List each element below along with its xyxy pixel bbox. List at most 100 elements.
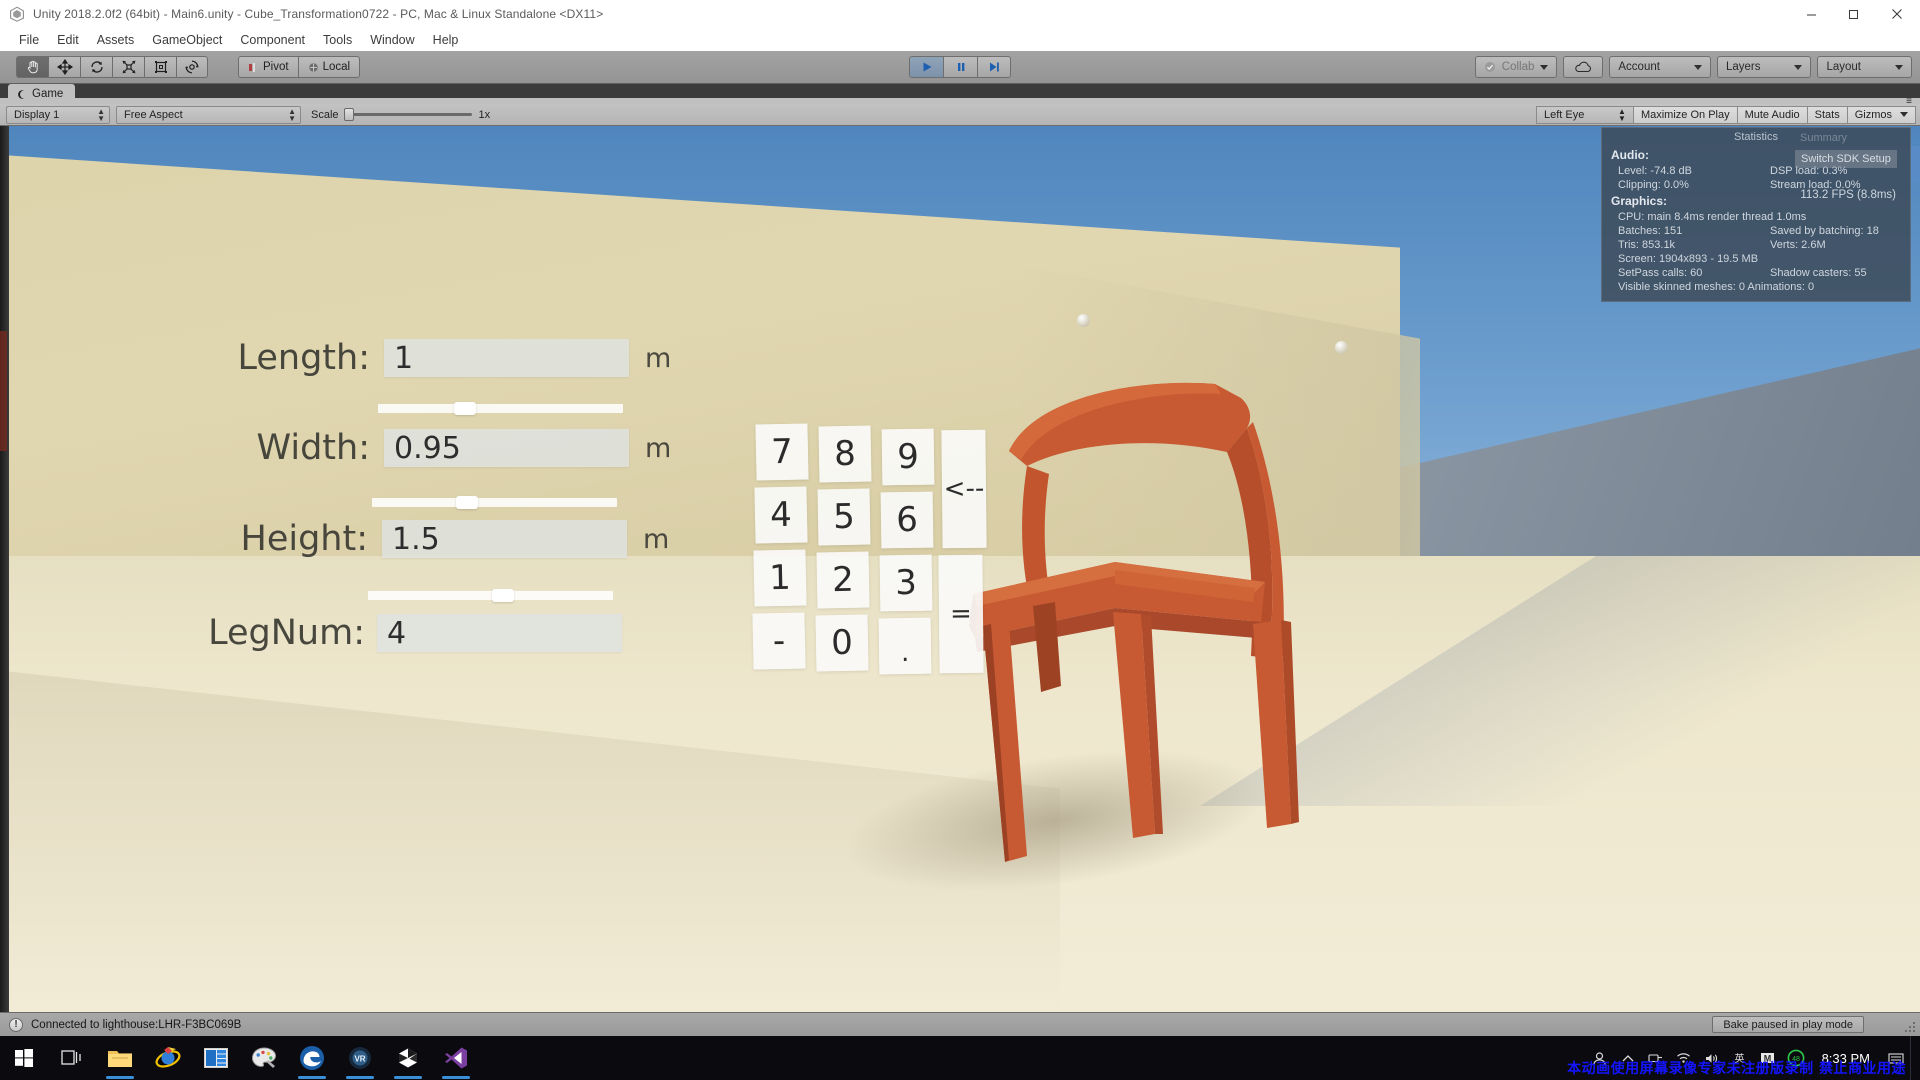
switch-sdk-setup-button[interactable]: Switch SDK Setup <box>1795 150 1897 168</box>
panel-tab-row: Game <box>0 84 1920 104</box>
rect-tool-button[interactable] <box>144 56 176 78</box>
show-desktop-button[interactable] <box>1910 1036 1920 1080</box>
ie-classic-icon <box>155 1046 181 1070</box>
layers-button[interactable]: Layers <box>1717 56 1812 78</box>
scale-value: 1x <box>479 109 491 121</box>
height-slider-knob[interactable] <box>492 589 514 602</box>
legnum-input[interactable]: 4 <box>377 614 622 652</box>
length-slider-knob[interactable] <box>454 402 476 415</box>
display-label: Display 1 <box>14 109 59 121</box>
graphics-setpass: SetPass calls: 60 <box>1618 266 1770 280</box>
transform-tool-button[interactable] <box>176 56 208 78</box>
internet-explorer-button[interactable] <box>144 1036 192 1080</box>
scale-tool-button[interactable] <box>112 56 144 78</box>
width-slider[interactable] <box>372 498 617 507</box>
game-viewport[interactable]: Length: 1 m Width: 0.95 m Height: 1.5 m <box>0 126 1920 1012</box>
step-button[interactable] <box>977 56 1011 78</box>
paint-button[interactable] <box>240 1036 288 1080</box>
unity-logo-icon <box>396 1046 420 1070</box>
pivot-mode-button[interactable]: Pivot <box>238 56 298 78</box>
pivot-label: Pivot <box>263 61 289 73</box>
menu-window[interactable]: Window <box>361 31 423 49</box>
stats-toggle[interactable]: Stats <box>1808 106 1848 124</box>
menu-tools[interactable]: Tools <box>314 31 361 49</box>
microsoft-edge-button[interactable] <box>288 1036 336 1080</box>
key-6[interactable]: 6 <box>881 492 934 549</box>
move-tool-button[interactable] <box>48 56 80 78</box>
chevron-down-icon <box>1794 65 1802 70</box>
audio-clipping: Clipping: 0.0% <box>1618 178 1770 192</box>
key-2[interactable]: 2 <box>817 552 870 609</box>
menu-assets[interactable]: Assets <box>88 31 144 49</box>
minimize-button[interactable] <box>1790 0 1832 28</box>
resize-grip-icon[interactable] <box>1904 1021 1916 1033</box>
hand-icon <box>25 59 41 75</box>
menu-help[interactable]: Help <box>424 31 468 49</box>
bake-status-button[interactable]: Bake paused in play mode <box>1712 1016 1864 1033</box>
handle-space-label: Local <box>323 61 351 73</box>
tab-game-label: Game <box>32 88 63 100</box>
key-7[interactable]: 7 <box>755 423 808 480</box>
eye-dropdown[interactable]: Left Eye ▲▼ <box>1536 106 1634 124</box>
aspect-dropdown[interactable]: Free Aspect ▲▼ <box>116 106 301 124</box>
menu-file[interactable]: File <box>10 31 48 49</box>
hand-tool-button[interactable] <box>16 56 48 78</box>
file-explorer-button[interactable] <box>96 1036 144 1080</box>
layout-button[interactable]: Layout <box>1817 56 1912 78</box>
width-slider-knob[interactable] <box>456 496 478 509</box>
length-slider[interactable] <box>378 404 623 413</box>
length-input[interactable]: 1 <box>384 339 629 377</box>
key-4[interactable]: 4 <box>754 486 807 543</box>
menu-gameobject[interactable]: GameObject <box>143 31 231 49</box>
field-row-height: Height: 1.5 m <box>198 519 669 559</box>
collab-button[interactable]: Collab <box>1475 56 1558 78</box>
maximize-on-play-toggle[interactable]: Maximize On Play <box>1634 106 1738 124</box>
vr-icon: VR <box>348 1046 372 1070</box>
width-input[interactable]: 0.95 <box>384 429 629 467</box>
maximize-button[interactable] <box>1832 0 1874 28</box>
visual-studio-button[interactable] <box>432 1036 480 1080</box>
rotate-tool-button[interactable] <box>80 56 112 78</box>
display-dropdown[interactable]: Display 1 ▲▼ <box>6 106 110 124</box>
pause-button[interactable] <box>943 56 977 78</box>
viewport-right-handle[interactable] <box>1911 146 1920 182</box>
tab-game[interactable]: Game <box>8 84 75 104</box>
mute-audio-label: Mute Audio <box>1745 109 1800 121</box>
scale-label: Scale <box>311 109 339 121</box>
key-equals[interactable]: = <box>938 555 983 673</box>
close-button[interactable] <box>1874 0 1920 28</box>
scale-slider[interactable] <box>344 106 472 124</box>
info-icon: ! <box>9 1018 23 1032</box>
panel-menu-icon[interactable]: ≡ <box>1906 96 1911 107</box>
key-1[interactable]: 1 <box>753 549 806 606</box>
windows-taskbar: VR <box>0 1036 1920 1080</box>
key-decimal[interactable]: . <box>879 618 932 675</box>
scale-slider-knob[interactable] <box>344 108 354 121</box>
cloud-button[interactable] <box>1563 56 1603 78</box>
height-slider[interactable] <box>368 591 613 600</box>
key-backspace[interactable]: <-- <box>941 430 986 548</box>
height-input[interactable]: 1.5 <box>382 520 627 558</box>
unity-editor-button[interactable] <box>384 1036 432 1080</box>
key-0[interactable]: 0 <box>816 615 869 672</box>
account-button[interactable]: Account <box>1609 56 1711 78</box>
start-button[interactable] <box>0 1036 48 1080</box>
menu-component[interactable]: Component <box>231 31 314 49</box>
media-app-button[interactable] <box>192 1036 240 1080</box>
play-button[interactable] <box>909 56 943 78</box>
key-8[interactable]: 8 <box>819 426 872 483</box>
key-9[interactable]: 9 <box>882 429 935 486</box>
steamvr-button[interactable]: VR <box>336 1036 384 1080</box>
key-3[interactable]: 3 <box>880 555 933 612</box>
key-5[interactable]: 5 <box>818 489 871 546</box>
gizmos-dropdown[interactable]: Gizmos <box>1848 106 1916 124</box>
local-space-icon <box>308 62 319 73</box>
menu-edit[interactable]: Edit <box>48 31 88 49</box>
mute-audio-toggle[interactable]: Mute Audio <box>1738 106 1808 124</box>
stepper-icon: ▲▼ <box>1618 108 1626 122</box>
handle-space-button[interactable]: Local <box>298 56 361 78</box>
key-minus[interactable]: - <box>752 612 805 669</box>
statistics-title: Statistics <box>1602 130 1910 146</box>
audio-level: Level: -74.8 dB <box>1618 164 1770 178</box>
task-view-button[interactable] <box>48 1036 96 1080</box>
